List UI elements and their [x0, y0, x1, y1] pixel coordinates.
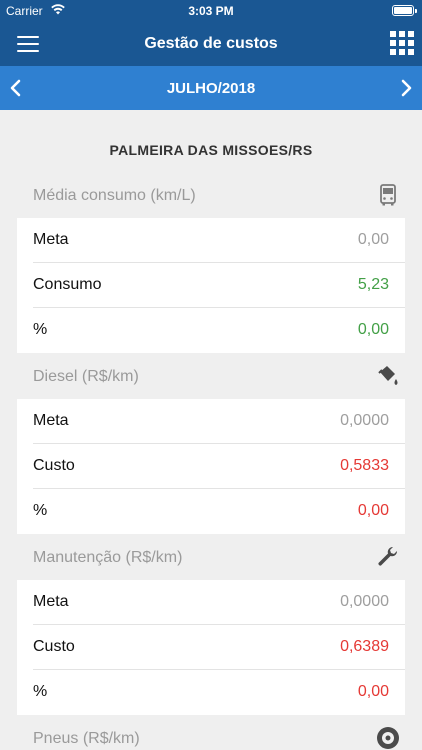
- table-row: Custo 0,5833: [33, 444, 405, 489]
- section-header-tires: Pneus (R$/km): [33, 724, 408, 750]
- diesel-card: Meta 0,0000 Custo 0,5833 % 0,00: [17, 399, 405, 534]
- tire-icon: [377, 727, 399, 749]
- status-bar: Carrier 3:03 PM: [0, 0, 422, 22]
- table-row: % 0,00: [33, 489, 405, 534]
- section-header-consumption: Média consumo (km/L): [33, 181, 408, 211]
- apps-grid-icon[interactable]: [390, 31, 414, 55]
- wrench-icon: [378, 546, 398, 566]
- next-month-chevron-icon[interactable]: [396, 78, 416, 98]
- row-value: 0,00: [357, 683, 389, 700]
- consumption-card: Meta 0,00 Consumo 5,23 % 0,00: [17, 218, 405, 353]
- section-title: Média consumo (km/L): [33, 187, 196, 204]
- table-row: Custo 0,6389: [33, 625, 405, 670]
- table-row: Consumo 5,23: [33, 263, 405, 308]
- section-title: Pneus (R$/km): [33, 730, 140, 747]
- row-label: Custo: [33, 638, 75, 655]
- row-value: 0,0000: [340, 412, 389, 429]
- clock: 3:03 PM: [188, 4, 234, 18]
- row-label: %: [33, 683, 48, 700]
- row-value: 0,5833: [340, 457, 389, 474]
- row-label: Meta: [33, 593, 69, 610]
- row-label: Meta: [33, 412, 69, 429]
- row-label: Meta: [33, 231, 69, 248]
- month-label: JULHO/2018: [166, 80, 256, 97]
- row-value: 0,00: [357, 502, 389, 519]
- row-value: 0,6389: [340, 638, 389, 655]
- row-label: Custo: [33, 457, 75, 474]
- table-row: Meta 0,0000: [33, 580, 405, 625]
- row-value: 0,00: [357, 321, 389, 338]
- section-header-diesel: Diesel (R$/km): [33, 362, 408, 392]
- row-label: Consumo: [33, 276, 102, 293]
- row-label: %: [33, 321, 48, 338]
- section-title: Manutenção (R$/km): [33, 549, 183, 566]
- row-label: %: [33, 502, 48, 519]
- page-title: Gestão de custos: [144, 35, 278, 52]
- maintenance-card: Meta 0,0000 Custo 0,6389 % 0,00: [17, 580, 405, 715]
- table-row: Meta 0,00: [33, 218, 405, 263]
- table-row: Meta 0,0000: [33, 399, 405, 444]
- row-value: 5,23: [357, 276, 389, 293]
- battery-icon: [392, 5, 417, 16]
- row-value: 0,00: [357, 231, 389, 248]
- fuel-can-icon: [378, 366, 398, 385]
- table-row: % 0,00: [33, 308, 405, 353]
- section-header-maintenance: Manutenção (R$/km): [33, 543, 408, 573]
- row-value: 0,0000: [340, 593, 389, 610]
- location-title: PALMEIRA DAS MISSOES/RS: [109, 142, 313, 158]
- month-selector: JULHO/2018: [0, 66, 422, 110]
- table-row: % 0,00: [33, 670, 405, 715]
- section-title: Diesel (R$/km): [33, 368, 139, 385]
- app-header: Gestão de custos: [0, 22, 422, 66]
- bus-icon: [380, 184, 396, 206]
